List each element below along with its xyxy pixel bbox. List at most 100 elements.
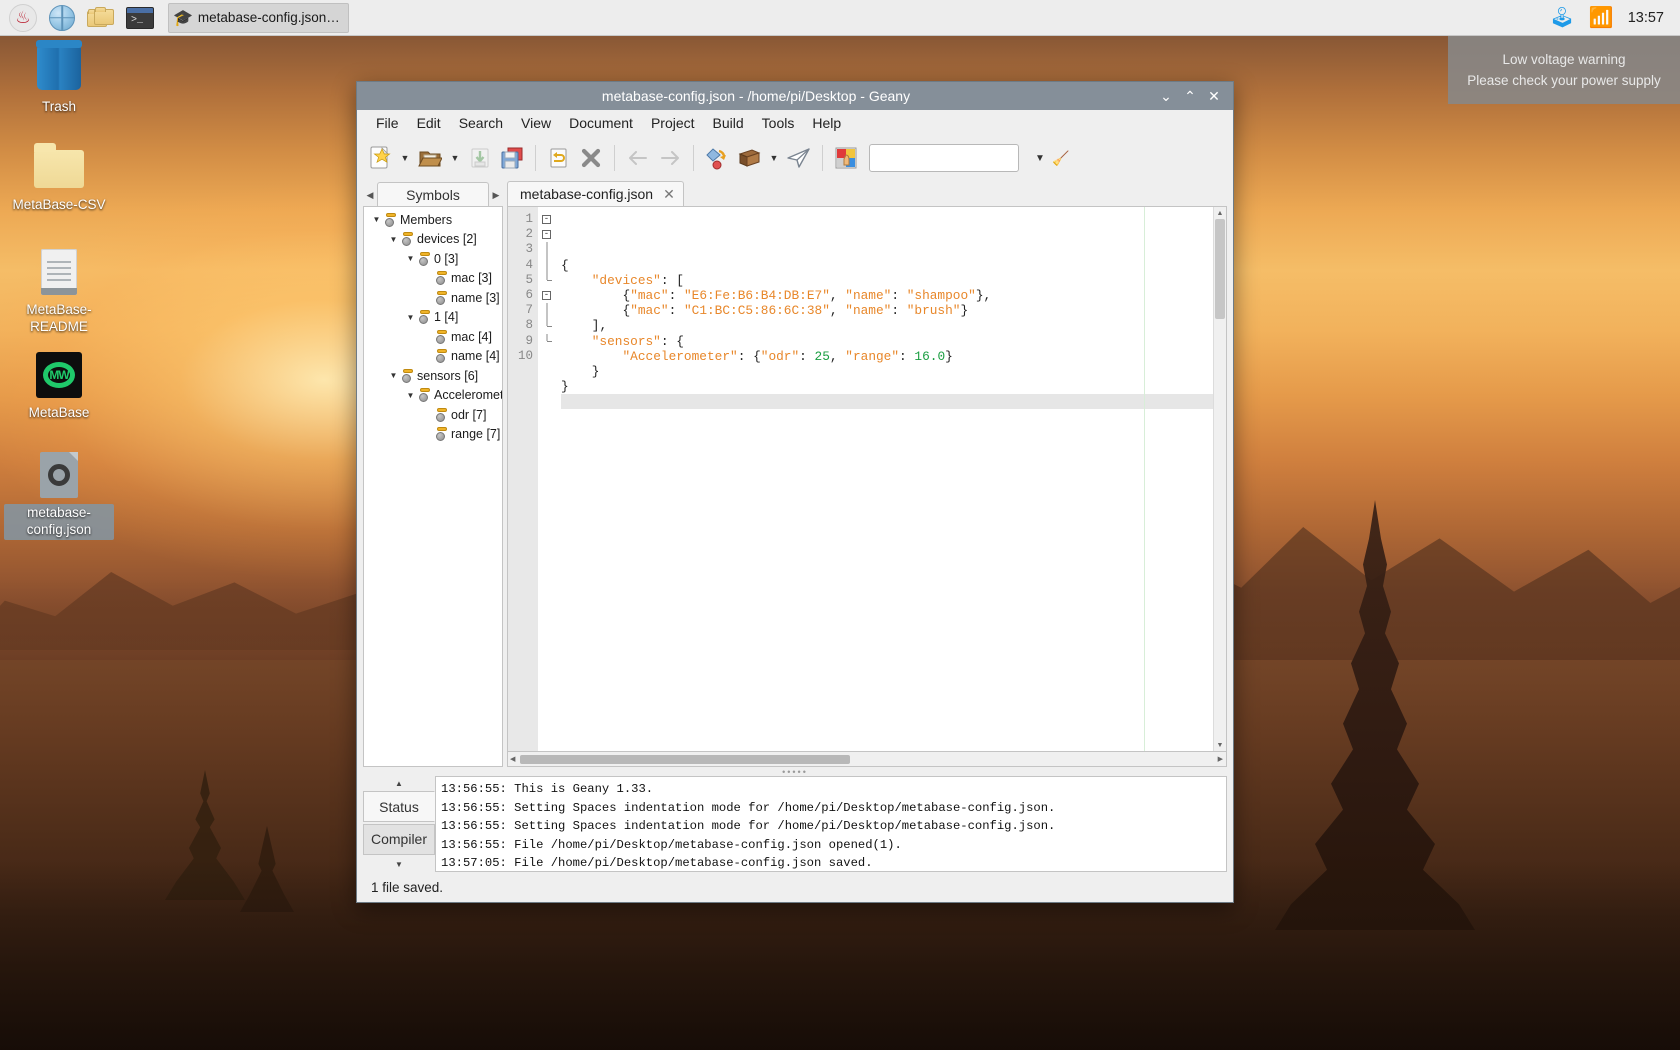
- fold-toggle-icon[interactable]: -: [538, 288, 555, 303]
- open-file-dropdown-icon[interactable]: ▼: [447, 143, 463, 173]
- run-icon[interactable]: [784, 143, 814, 173]
- tree-expander-icon[interactable]: ▼: [404, 254, 417, 263]
- menu-build[interactable]: Build: [704, 112, 753, 134]
- back-arrow-icon[interactable]: [623, 143, 653, 173]
- close-file-icon[interactable]: [576, 143, 606, 173]
- raspberry-menu-icon[interactable]: ♨: [7, 2, 39, 34]
- desktop-icon-metabase-app[interactable]: MW MetaBase: [4, 348, 114, 423]
- clock[interactable]: 13:57: [1628, 10, 1664, 26]
- menu-edit[interactable]: Edit: [408, 112, 450, 134]
- scroll-left-icon[interactable]: ◀: [508, 755, 517, 763]
- fold-toggle-icon[interactable]: -: [538, 212, 555, 227]
- new-file-dropdown-icon[interactable]: ▼: [397, 143, 413, 173]
- build-dropdown-icon[interactable]: ▼: [766, 143, 782, 173]
- document-tab-close-icon[interactable]: ✕: [663, 186, 675, 203]
- symbol-tree-row[interactable]: name [3]: [364, 288, 502, 308]
- editor-area[interactable]: 1 2 3 4 5 6 7 8 9 10 --- { "devices": [ {"mac": "…: [507, 206, 1227, 752]
- file-manager-icon[interactable]: [85, 2, 117, 34]
- scroll-up-icon[interactable]: ▲: [1214, 207, 1226, 219]
- tab-compiler[interactable]: Compiler: [363, 824, 435, 855]
- scroll-down-icon[interactable]: ▼: [1214, 739, 1226, 751]
- tab-symbols[interactable]: Symbols: [377, 182, 489, 206]
- symbol-tree-row[interactable]: mac [3]: [364, 269, 502, 289]
- scroll-right-icon[interactable]: ▶: [1215, 755, 1226, 763]
- compile-icon[interactable]: [702, 143, 732, 173]
- save-all-icon[interactable]: [497, 143, 527, 173]
- tree-expander-icon[interactable]: ▼: [387, 235, 400, 244]
- desktop-icon-metabase-readme[interactable]: MetaBase-README: [4, 245, 114, 337]
- menu-document[interactable]: Document: [560, 112, 642, 134]
- search-input[interactable]: [876, 150, 1052, 166]
- symbol-tree-row[interactable]: ▼ sensors [6]: [364, 366, 502, 386]
- build-icon[interactable]: [734, 143, 764, 173]
- tree-expander-icon[interactable]: ▼: [370, 215, 383, 224]
- fold-margin-line: [538, 318, 555, 333]
- symbol-member-icon: [400, 368, 414, 383]
- close-button[interactable]: ✕: [1203, 85, 1225, 107]
- desktop-icon-metabase-csv[interactable]: MetaBase-CSV: [4, 140, 114, 215]
- tree-expander-icon[interactable]: ▼: [404, 313, 417, 322]
- symbol-tree-row[interactable]: ▼ devices [2]: [364, 230, 502, 250]
- code-line: {"mac": "C1:BC:C5:86:6C:38", "name": "br…: [622, 303, 969, 319]
- wifi-icon[interactable]: 📶: [1589, 8, 1614, 28]
- editor-column: metabase-config.json ✕ 1 2 3 4 5 6 7 8 9 10 --- {…: [507, 180, 1227, 767]
- forward-arrow-icon[interactable]: [655, 143, 685, 173]
- horizontal-scroll-thumb[interactable]: [520, 754, 851, 764]
- web-browser-icon[interactable]: [46, 2, 78, 34]
- desktop-icon-metabase-config-json[interactable]: metabase-config.json: [4, 448, 114, 540]
- low-voltage-notification[interactable]: Low voltage warning Please check your po…: [1448, 36, 1680, 104]
- sidebar-scroll-right-icon[interactable]: ▶: [489, 184, 503, 206]
- symbol-tree-row[interactable]: mac [4]: [364, 327, 502, 347]
- tab-status[interactable]: Status: [363, 791, 435, 822]
- color-chooser-icon[interactable]: [831, 143, 861, 173]
- symbol-tree-row[interactable]: name [4]: [364, 347, 502, 367]
- symbol-member-icon: [400, 232, 414, 247]
- symbols-tree[interactable]: ▼ Members ▼ devices [2] ▼ 0 [3] mac [3] name [3…: [363, 206, 503, 767]
- symbol-tree-row[interactable]: ▼ Accelerometer [6]: [364, 386, 502, 406]
- status-message-list[interactable]: 13:56:55: This is Geany 1.33. 13:56:55: S…: [435, 776, 1227, 872]
- menu-view[interactable]: View: [512, 112, 560, 134]
- new-file-icon[interactable]: [365, 143, 395, 173]
- document-tab[interactable]: metabase-config.json ✕: [507, 181, 684, 206]
- maximize-button[interactable]: ⌃: [1179, 85, 1201, 107]
- symbol-tree-row[interactable]: ▼ Members: [364, 210, 502, 230]
- menu-project[interactable]: Project: [642, 112, 704, 134]
- sidebar-scroll-left-icon[interactable]: ◀: [363, 184, 377, 206]
- tree-expander-icon[interactable]: ▼: [387, 371, 400, 380]
- menu-help[interactable]: Help: [803, 112, 850, 134]
- sidebar-tabstrip: ◀ Symbols ▶: [363, 180, 503, 206]
- work-area: ◀ Symbols ▶ ▼ Members ▼ devices [2] ▼ 0 [3] ma…: [357, 180, 1233, 767]
- terminal-icon[interactable]: >_: [124, 2, 156, 34]
- pane-resize-grip[interactable]: •••••: [357, 767, 1233, 777]
- fold-toggle-icon[interactable]: -: [538, 227, 555, 242]
- status-message-row: 13:56:55: Setting Spaces indentation mod…: [441, 819, 1056, 834]
- vertical-scroll-thumb[interactable]: [1215, 219, 1225, 319]
- desktop-icon-trash[interactable]: Trash: [4, 42, 114, 117]
- search-box[interactable]: 🧹: [869, 144, 1069, 172]
- message-scroll-down-icon[interactable]: ▼: [363, 857, 435, 872]
- menu-file[interactable]: File: [367, 112, 408, 134]
- revert-icon[interactable]: [544, 143, 574, 173]
- symbol-tree-row[interactable]: ▼ 0 [3]: [364, 249, 502, 269]
- line-number: 9: [525, 333, 533, 348]
- menu-search[interactable]: Search: [450, 112, 512, 134]
- code-folding-margin[interactable]: ---: [538, 207, 555, 751]
- symbol-tree-row[interactable]: range [7]: [364, 425, 502, 445]
- minimize-button[interactable]: ⌄: [1155, 85, 1177, 107]
- open-file-icon[interactable]: [415, 143, 445, 173]
- menu-tools[interactable]: Tools: [753, 112, 804, 134]
- editor-horizontal-scrollbar[interactable]: ◀ ▶: [507, 752, 1227, 767]
- code-text[interactable]: { "devices": [ {"mac": "E6:Fe:B6:B4:DB:E…: [555, 207, 1213, 751]
- symbol-tree-row[interactable]: odr [7]: [364, 405, 502, 425]
- clear-broom-icon[interactable]: 🧹: [1052, 150, 1069, 167]
- tree-expander-icon[interactable]: ▼: [404, 391, 417, 400]
- message-scroll-up-icon[interactable]: ▲: [363, 776, 435, 791]
- bluetooth-icon[interactable]: 🕹: [1549, 8, 1574, 28]
- window-titlebar[interactable]: metabase-config.json - /home/pi/Desktop …: [357, 82, 1233, 110]
- fold-margin-line: [538, 257, 555, 273]
- toolbar-overflow-icon[interactable]: ▼: [1031, 153, 1049, 164]
- symbol-tree-row[interactable]: ▼ 1 [4]: [364, 308, 502, 328]
- taskbar-window-button[interactable]: 🎓 metabase-config.json…: [168, 2, 349, 33]
- save-icon[interactable]: [465, 143, 495, 173]
- editor-vertical-scrollbar[interactable]: ▲ ▼: [1213, 207, 1226, 751]
